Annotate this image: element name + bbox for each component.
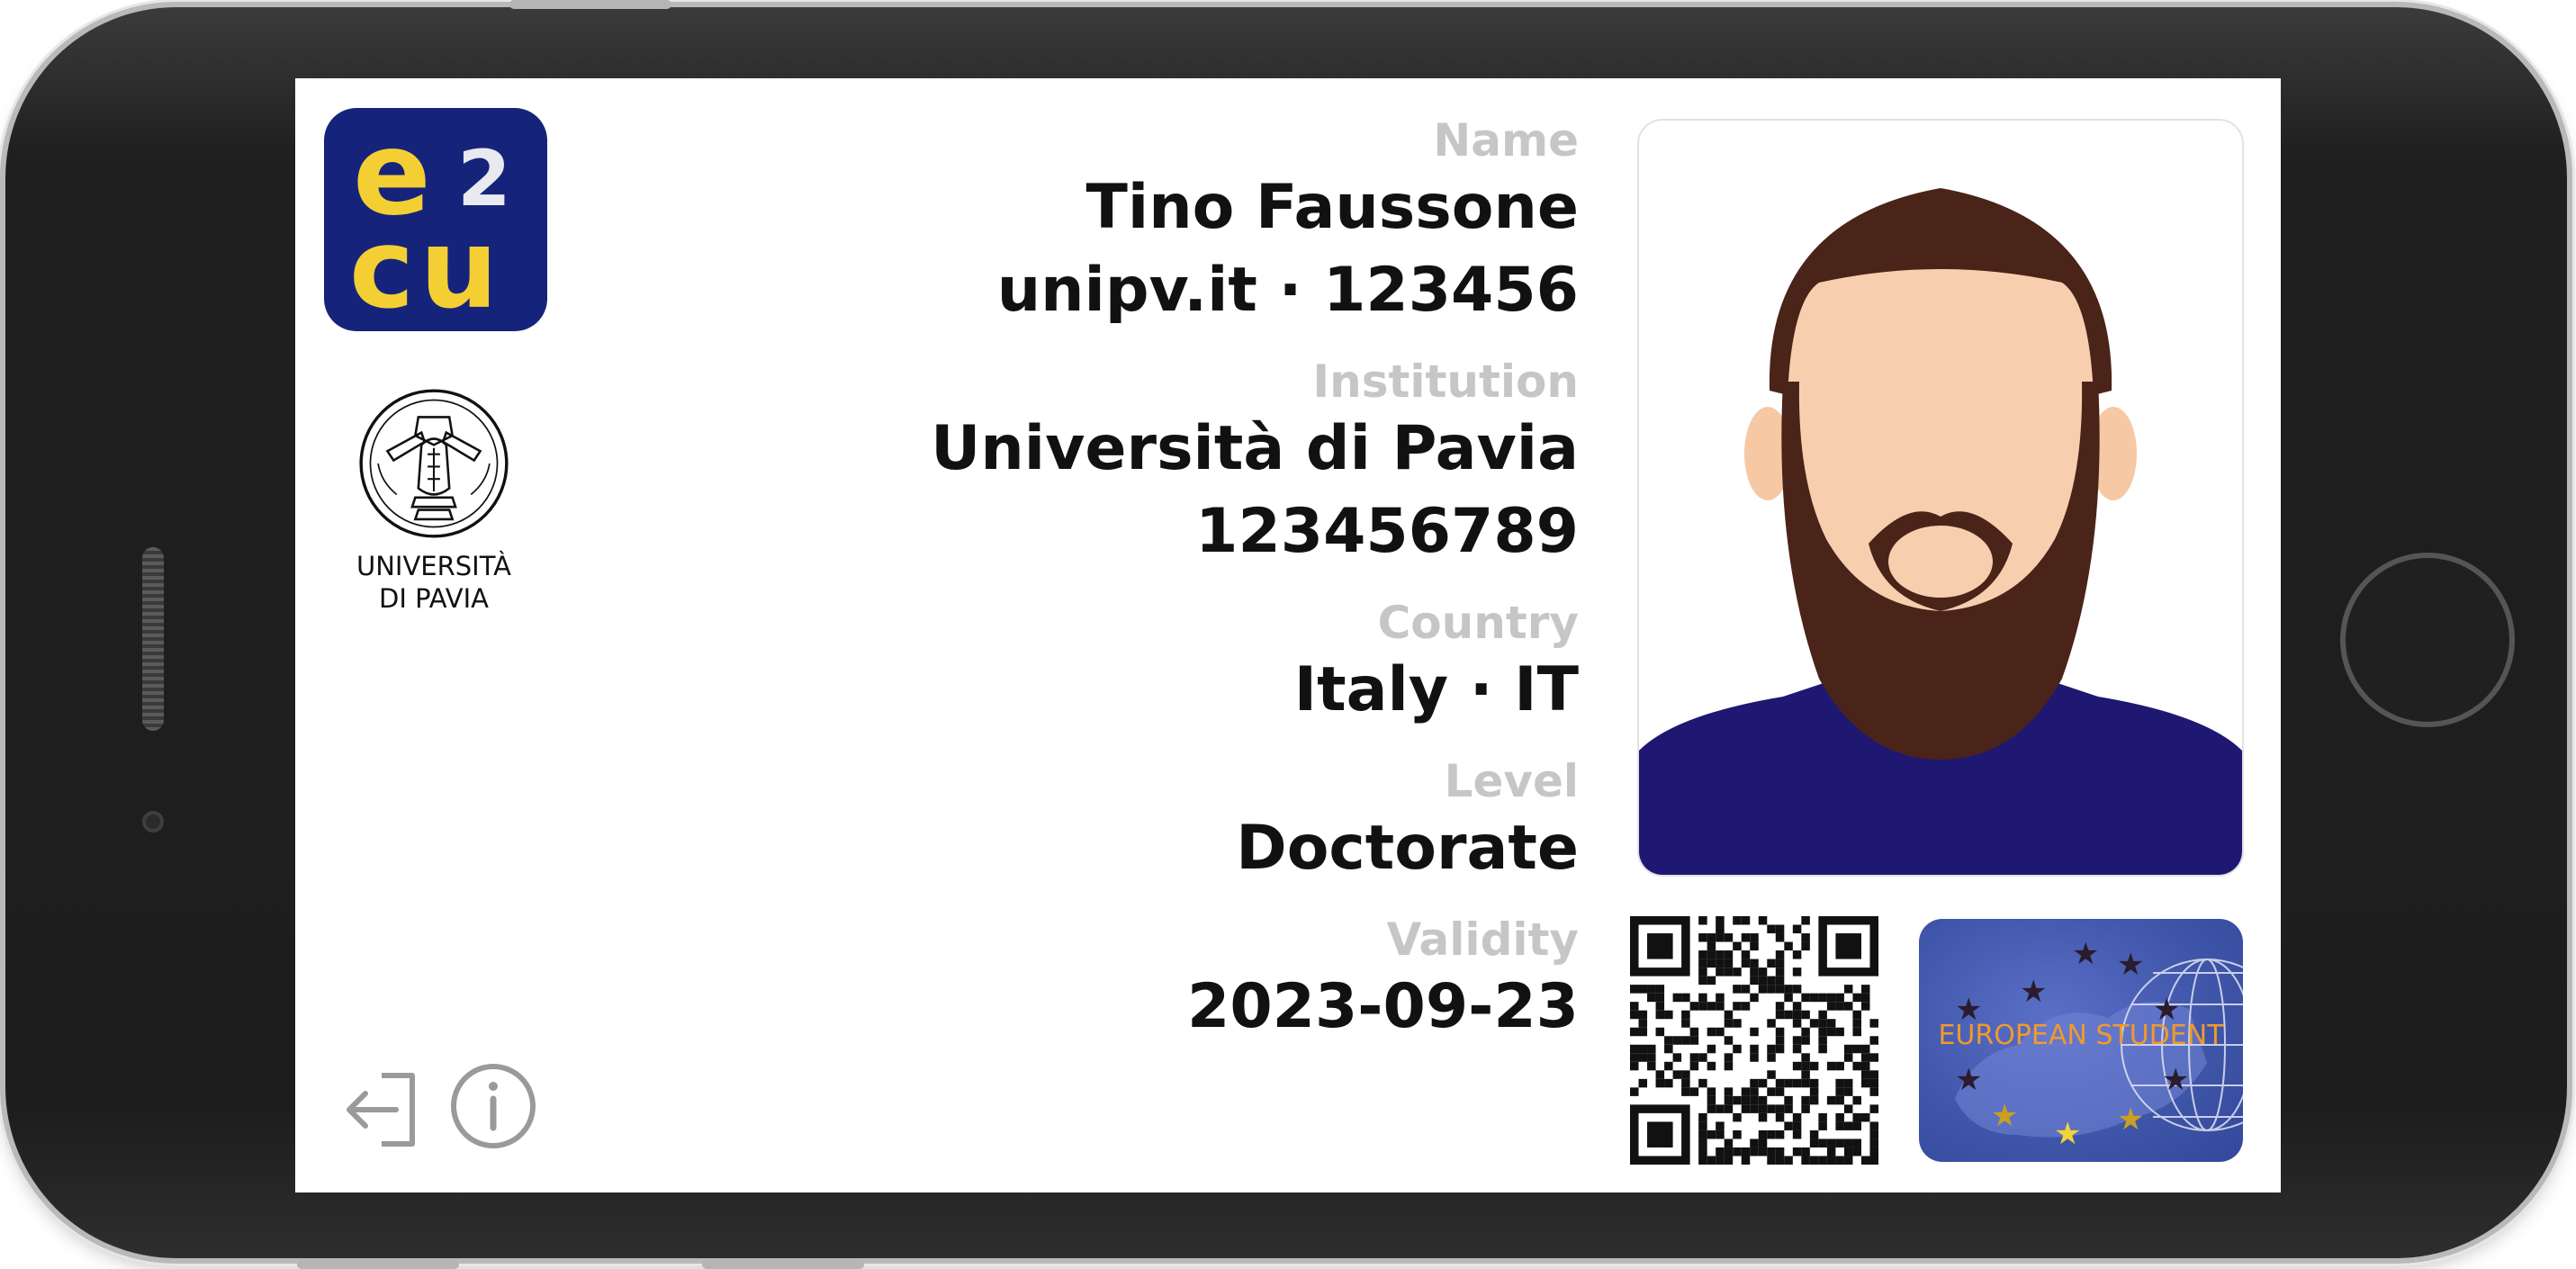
qr-code[interactable] xyxy=(1630,916,1878,1165)
svg-text:★: ★ xyxy=(2054,1116,2081,1152)
card-fields: Name Tino Faussone unipv.it · 123456 Ins… xyxy=(931,114,1579,1048)
svg-text:★: ★ xyxy=(2020,974,2047,1010)
university-name-line1: UNIVERSITÀ xyxy=(356,551,512,581)
logo-letters-cu: cu xyxy=(349,205,504,333)
student-name: Tino Faussone xyxy=(1085,172,1579,243)
phone-camera xyxy=(142,811,164,832)
avatar-icon xyxy=(1639,188,2242,875)
svg-text:★: ★ xyxy=(2117,947,2144,983)
level-value: Doctorate xyxy=(1236,813,1579,884)
field-validity: Validity 2023-09-23 xyxy=(931,914,1579,1048)
institution-name: Università di Pavia xyxy=(931,413,1579,484)
home-button[interactable] xyxy=(2340,553,2515,727)
field-label: Country xyxy=(1377,597,1579,649)
field-label: Level xyxy=(1444,755,1579,807)
svg-text:★: ★ xyxy=(2072,936,2099,972)
european-student-badge: ★ ★ ★ ★ ★ ★ ★ ★ ★ ★ EUROPEAN STUDENT xyxy=(1919,919,2243,1162)
logout-button[interactable] xyxy=(340,1066,427,1156)
svg-text:★: ★ xyxy=(2117,1102,2144,1138)
field-label: Validity xyxy=(1386,914,1579,966)
svg-text:★: ★ xyxy=(2162,1062,2189,1098)
student-id: unipv.it · 123456 xyxy=(996,255,1579,326)
e2cu-logo: e 2 cu xyxy=(324,108,547,331)
qr-code-icon xyxy=(1630,916,1878,1165)
field-label: Institution xyxy=(1312,356,1579,408)
phone-side-button xyxy=(509,0,671,9)
info-icon xyxy=(451,1064,536,1148)
field-name: Name Tino Faussone unipv.it · 123456 xyxy=(931,114,1579,332)
institution-code: 123456789 xyxy=(1195,496,1579,567)
validity-value: 2023-09-23 xyxy=(1187,971,1579,1042)
field-level: Level Doctorate xyxy=(931,755,1579,890)
phone-speaker xyxy=(142,547,164,731)
svg-text:★: ★ xyxy=(1955,1062,1982,1098)
phone-volume-button xyxy=(297,1260,459,1269)
university-seal-icon xyxy=(359,389,509,538)
svg-text:★: ★ xyxy=(1991,1098,2018,1134)
info-button[interactable] xyxy=(446,1059,540,1156)
phone-volume-button xyxy=(702,1260,864,1269)
field-institution: Institution Università di Pavia 12345678… xyxy=(931,356,1579,573)
field-label: Name xyxy=(1433,114,1579,166)
field-country: Country Italy · IT xyxy=(931,597,1579,732)
logout-icon xyxy=(347,1073,415,1147)
country-value: Italy · IT xyxy=(1293,654,1579,725)
university-logo: UNIVERSITÀ DI PAVIA xyxy=(344,386,524,615)
university-name-line2: DI PAVIA xyxy=(379,583,489,614)
european-student-text: EUROPEAN STUDENT xyxy=(1938,1020,2224,1051)
student-card-screen: e 2 cu UNIVERSITÀ DI PAVIA Name Tino Fau… xyxy=(295,78,2281,1192)
student-photo xyxy=(1637,119,2244,877)
